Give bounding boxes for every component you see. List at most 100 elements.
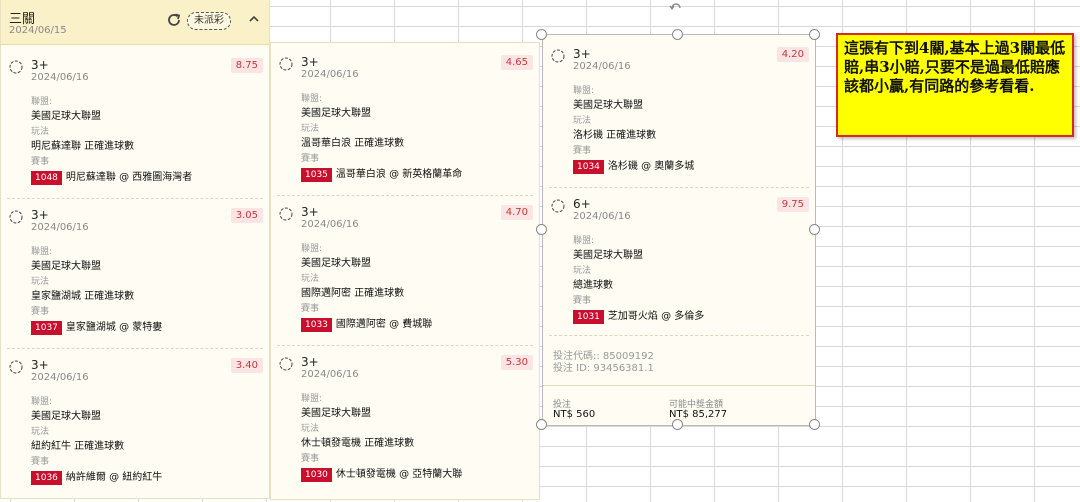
event-row: 1031 芝加哥火焰 @ 多倫多 (573, 307, 704, 324)
match-id-badge: 1033 (301, 318, 332, 332)
odds-badge: 9.75 (776, 197, 809, 212)
league-label: 聯盟: (573, 86, 595, 96)
play-label: 玩法 (31, 127, 50, 137)
divider (7, 348, 263, 349)
event-label: 賽事 (301, 304, 320, 314)
divider (277, 195, 533, 196)
play-value: 總進球數 (573, 280, 613, 291)
radio-circle-icon[interactable] (279, 207, 293, 221)
chevron-up-icon[interactable] (249, 14, 259, 24)
play-label: 玩法 (301, 274, 320, 284)
radio-circle-icon[interactable] (9, 360, 23, 374)
event-row: 1048 明尼蘇達聯 @ 西雅圖海灣者 (31, 168, 192, 185)
match-name: 休士頓發電機 @ 亞特蘭大聯 (335, 469, 463, 480)
league-label: 聯盟: (573, 236, 595, 246)
bet-legs: 3+ (573, 47, 591, 61)
play-value: 休士頓發電機 正確進球數 (301, 438, 415, 449)
event-label: 賽事 (301, 154, 320, 164)
bet-date: 2024/06/16 (573, 61, 631, 72)
bet-date: 2024/06/16 (573, 211, 631, 222)
resize-handle-top-right[interactable] (809, 29, 820, 40)
bet-date: 2024/06/16 (31, 222, 89, 233)
match-name: 明尼蘇達聯 @ 西雅圖海灣者 (65, 172, 193, 183)
odds-badge: 3.05 (230, 208, 263, 223)
play-label: 玩法 (573, 116, 592, 126)
divider (549, 335, 809, 336)
bet-date: 2024/06/16 (31, 72, 89, 83)
bet-leg-3: 3+ 2024/06/16 3.40 聯盟: 美國足球大聯盟 玩法 紐約紅牛 正… (1, 352, 269, 502)
radio-circle-icon[interactable] (279, 57, 293, 71)
league-value: 美國足球大聯盟 (573, 100, 643, 111)
odds-badge: 4.20 (776, 47, 809, 62)
league-label: 聯盟: (301, 94, 323, 104)
play-label: 玩法 (301, 424, 320, 434)
play-label: 玩法 (573, 266, 592, 276)
bet-leg-2: 3+ 2024/06/16 3.05 聯盟: 美國足球大聯盟 玩法 皇家鹽湖城 … (1, 202, 269, 352)
radio-circle-icon[interactable] (9, 210, 23, 224)
play-value: 明尼蘇達聯 正確進球數 (31, 141, 135, 152)
league-label: 聯盟: (301, 394, 323, 404)
match-id-badge: 1031 (573, 310, 604, 324)
bet-leg-4: 3+ 2024/06/16 4.65 聯盟: 美國足球大聯盟 玩法 溫哥華白浪 … (271, 49, 539, 199)
event-row: 1033 國際邁阿密 @ 費城聯 (301, 315, 432, 332)
bet-legs: 3+ (31, 358, 49, 372)
event-row: 1034 洛杉磯 @ 奧蘭多城 (573, 157, 694, 174)
league-label: 聯盟: (31, 397, 53, 407)
play-label: 玩法 (301, 124, 320, 134)
resize-handle-right[interactable] (809, 224, 820, 235)
match-name: 皇家鹽湖城 @ 蒙特婁 (65, 322, 163, 333)
ticket-column-3[interactable]: 3+ 2024/06/16 4.20 聯盟: 美國足球大聯盟 玩法 洛杉磯 正確… (542, 34, 816, 426)
radio-circle-icon[interactable] (551, 49, 565, 63)
divider (549, 187, 809, 188)
comment-note-text: 這張有下到4關,基本上過3關最低賠,串3小賠,只要不是過最低賠應該都小贏,有同路… (844, 39, 1066, 95)
radio-circle-icon[interactable] (279, 357, 293, 371)
resize-handle-bottom-right[interactable] (809, 419, 820, 430)
ticket-column-2: 3+ 2024/06/16 4.65 聯盟: 美國足球大聯盟 玩法 溫哥華白浪 … (270, 42, 540, 500)
league-value: 美國足球大聯盟 (301, 258, 371, 269)
event-label: 賽事 (31, 157, 50, 167)
match-name: 溫哥華白浪 @ 新英格蘭革命 (335, 169, 463, 180)
refresh-icon[interactable] (166, 12, 182, 28)
league-value: 美國足球大聯盟 (31, 261, 101, 272)
bet-date: 2024/06/16 (301, 369, 359, 380)
league-value: 美國足球大聯盟 (301, 408, 371, 419)
bet-id: 投注 ID: 93456381.1 (553, 363, 654, 374)
play-value: 紐約紅牛 正確進球數 (31, 441, 125, 452)
league-label: 聯盟: (31, 97, 53, 107)
resize-handle-bottom[interactable] (672, 419, 683, 430)
match-name: 納許維爾 @ 紐約紅牛 (65, 472, 163, 483)
resize-handle-left[interactable] (536, 224, 547, 235)
match-id-badge: 1030 (301, 468, 332, 482)
ticket-date: 2024/06/15 (9, 25, 67, 36)
event-label: 賽事 (31, 457, 50, 467)
match-id-badge: 1035 (301, 168, 332, 182)
bet-date: 2024/06/16 (301, 219, 359, 230)
match-id-badge: 1036 (31, 471, 62, 485)
ticket-header[interactable]: 三關 2024/06/15 未派彩 (1, 0, 269, 45)
event-label: 賽事 (573, 296, 592, 306)
radio-circle-icon[interactable] (9, 60, 23, 74)
event-label: 賽事 (301, 454, 320, 464)
play-value: 國際邁阿密 正確進球數 (301, 288, 405, 299)
event-label: 賽事 (31, 307, 50, 317)
resize-handle-top-left[interactable] (536, 29, 547, 40)
resize-handle-bottom-left[interactable] (536, 419, 547, 430)
divider (7, 198, 263, 199)
comment-note-box[interactable]: 這張有下到4關,基本上過3關最低賠,串3小賠,只要不是過最低賠應該都小贏,有同路… (836, 33, 1074, 137)
bet-legs: 3+ (301, 355, 319, 369)
odds-badge: 3.40 (230, 358, 263, 373)
radio-circle-icon[interactable] (551, 199, 565, 213)
bet-legs: 3+ (31, 58, 49, 72)
event-label: 賽事 (573, 146, 592, 156)
match-name: 芝加哥火焰 @ 多倫多 (607, 311, 705, 322)
bet-leg-6: 3+ 2024/06/16 5.30 聯盟: 美國足球大聯盟 玩法 休士頓發電機… (271, 349, 539, 499)
stake-value: NT$ 560 (553, 409, 596, 420)
divider (277, 345, 533, 346)
league-value: 美國足球大聯盟 (301, 108, 371, 119)
match-id-badge: 1037 (31, 321, 62, 335)
bet-legs: 3+ (301, 55, 319, 69)
rotate-handle-icon[interactable] (669, 0, 683, 12)
bet-legs: 6+ (573, 197, 591, 211)
event-row: 1037 皇家鹽湖城 @ 蒙特婁 (31, 318, 162, 335)
resize-handle-top[interactable] (672, 29, 683, 40)
